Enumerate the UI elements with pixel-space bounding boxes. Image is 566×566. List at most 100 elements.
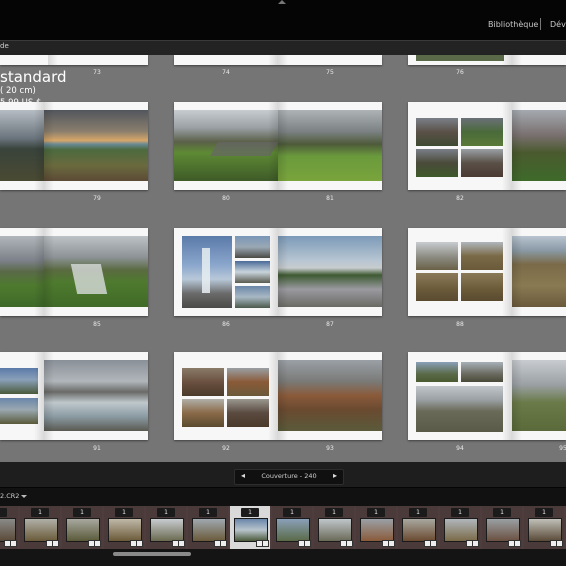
filmstrip-thumbnail[interactable]: 1 xyxy=(0,506,18,549)
spread[interactable] xyxy=(408,102,566,190)
edit-icon xyxy=(220,540,227,547)
filmstrip-thumbnail[interactable]: 1 xyxy=(146,506,186,549)
thumbnail-image xyxy=(402,518,436,542)
usage-count-badge: 1 xyxy=(157,508,175,517)
usage-count-badge: 1 xyxy=(535,508,553,517)
filmstrip-thumbnail[interactable]: 1 xyxy=(356,506,396,549)
panel-header: de xyxy=(0,40,566,55)
thumbnail-image xyxy=(24,518,58,542)
usage-count-badge: 1 xyxy=(241,508,259,517)
top-module-bar xyxy=(0,0,566,40)
page-number: 85 xyxy=(93,321,101,328)
panel-label: de xyxy=(0,42,9,50)
filmstrip-thumbnail[interactable]: 1 xyxy=(20,506,60,549)
thumbnail-image xyxy=(276,518,310,542)
spread[interactable] xyxy=(174,228,382,316)
page-navigator: ◂ Couverture - 240 ▸ xyxy=(234,469,344,485)
spread[interactable] xyxy=(0,228,148,316)
collapse-top-panel-icon[interactable] xyxy=(278,0,286,4)
page-number: 81 xyxy=(326,195,334,202)
book-canvas[interactable]: 73 74 75 76 standard ( 20 cm) 5,99 US $ … xyxy=(0,55,566,462)
page-number: 93 xyxy=(326,445,334,452)
chevron-right-icon[interactable]: ▸ xyxy=(333,471,337,480)
thumbnail-image xyxy=(150,518,184,542)
filmstrip-header xyxy=(0,488,566,506)
thumbnail-image xyxy=(108,518,142,542)
edit-icon xyxy=(556,540,563,547)
spread[interactable] xyxy=(408,352,566,440)
page-number: 79 xyxy=(93,195,101,202)
module-separator xyxy=(540,18,541,30)
usage-count-badge: 1 xyxy=(493,508,511,517)
page-number: 73 xyxy=(93,69,101,76)
filmstrip-thumbnail[interactable]: 1 xyxy=(272,506,312,549)
page-number: 94 xyxy=(456,445,464,452)
page-number: 87 xyxy=(326,321,334,328)
usage-count-badge: 1 xyxy=(325,508,343,517)
edit-icon xyxy=(304,540,311,547)
thumbnail-image xyxy=(528,518,562,542)
usage-count-badge: 1 xyxy=(73,508,91,517)
usage-count-badge: 1 xyxy=(283,508,301,517)
page-number: 80 xyxy=(222,195,230,202)
thumbnail-image xyxy=(486,518,520,542)
page-number: 88 xyxy=(456,321,464,328)
usage-count-badge: 1 xyxy=(115,508,133,517)
page-number: 75 xyxy=(326,69,334,76)
edit-icon xyxy=(94,540,101,547)
edit-icon xyxy=(262,540,269,547)
page-number: 95 xyxy=(559,445,566,452)
filmstrip-thumbnail[interactable]: 1 xyxy=(230,506,270,549)
usage-count-badge: 1 xyxy=(0,508,7,517)
filmstrip-thumbnail[interactable]: 1 xyxy=(314,506,354,549)
edit-icon xyxy=(346,540,353,547)
filmstrip-thumbnail[interactable]: 1 xyxy=(104,506,144,549)
edit-icon xyxy=(136,540,143,547)
thumbnail-image xyxy=(234,518,268,542)
thumbnail-image xyxy=(444,518,478,542)
filmstrip-thumbnail[interactable]: 1 xyxy=(398,506,438,549)
edit-icon xyxy=(178,540,185,547)
page-number: 91 xyxy=(93,445,101,452)
filmstrip-scrollbar[interactable] xyxy=(0,549,566,566)
thumbnail-image xyxy=(318,518,352,542)
scrollbar-thumb[interactable] xyxy=(113,552,191,556)
spread[interactable] xyxy=(174,55,382,65)
book-title: standard xyxy=(0,68,67,86)
filmstrip-thumbnail[interactable]: 1 xyxy=(62,506,102,549)
edit-icon xyxy=(514,540,521,547)
spread[interactable] xyxy=(174,352,382,440)
usage-count-badge: 1 xyxy=(31,508,49,517)
filmstrip[interactable]: 1 1 1 1 1 1 1 1 1 1 1 1 1 1 xyxy=(0,506,566,549)
spread[interactable] xyxy=(408,228,566,316)
thumbnail-image xyxy=(192,518,226,542)
spread[interactable] xyxy=(0,352,148,440)
page-number: 82 xyxy=(456,195,464,202)
page-number: 76 xyxy=(456,69,464,76)
thumbnail-image xyxy=(360,518,394,542)
spread[interactable] xyxy=(174,102,382,190)
filmstrip-thumbnail[interactable]: 1 xyxy=(524,506,564,549)
module-develop[interactable]: Dév xyxy=(550,20,566,29)
usage-count-badge: 1 xyxy=(451,508,469,517)
filmstrip-thumbnail[interactable]: 1 xyxy=(188,506,228,549)
filmstrip-filename[interactable]: 2.CR2 xyxy=(0,492,19,500)
spread[interactable] xyxy=(0,102,148,190)
spread[interactable] xyxy=(0,55,148,65)
book-size: ( 20 cm) xyxy=(0,86,36,96)
edit-icon xyxy=(430,540,437,547)
page-number: 86 xyxy=(222,321,230,328)
edit-icon xyxy=(52,540,59,547)
edit-icon xyxy=(388,540,395,547)
caret-down-icon[interactable] xyxy=(21,495,27,498)
usage-count-badge: 1 xyxy=(409,508,427,517)
edit-icon xyxy=(10,540,17,547)
page-number: 92 xyxy=(222,445,230,452)
page-range-label: Couverture - 240 xyxy=(261,472,317,480)
module-library[interactable]: Bibliothèque xyxy=(488,20,538,29)
filmstrip-thumbnail[interactable]: 1 xyxy=(440,506,480,549)
filmstrip-thumbnail[interactable]: 1 xyxy=(482,506,522,549)
usage-count-badge: 1 xyxy=(367,508,385,517)
edit-icon xyxy=(472,540,479,547)
spread[interactable] xyxy=(408,55,566,65)
